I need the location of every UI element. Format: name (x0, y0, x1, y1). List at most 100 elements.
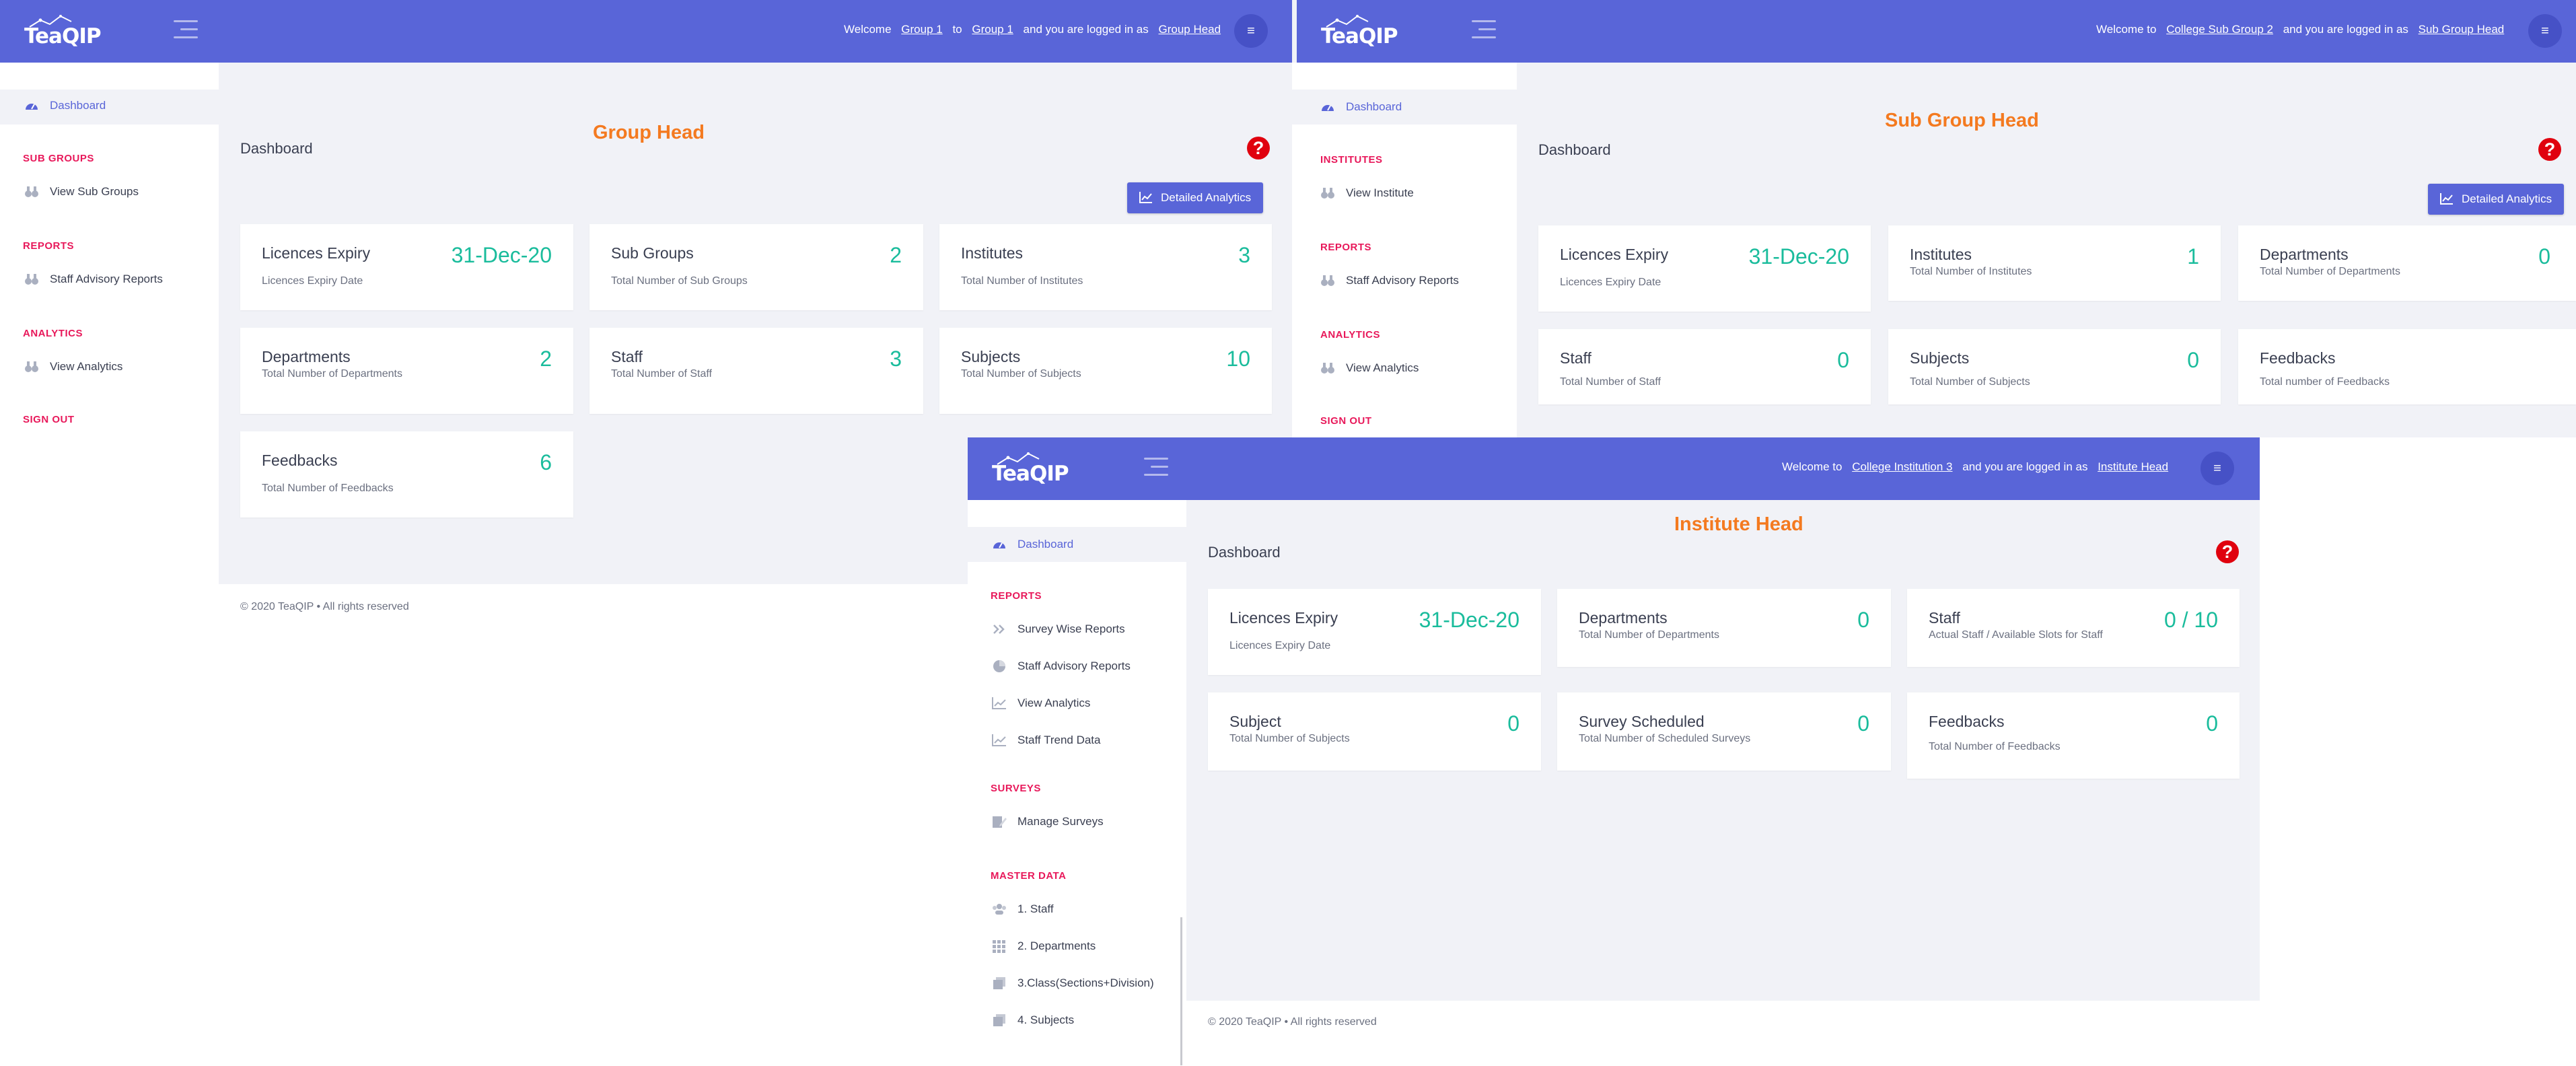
sidebar: Dashboard SUB GROUPS View Sub Groups REP… (0, 63, 219, 633)
institute-link[interactable]: College Institution 3 (1852, 460, 1952, 473)
detailed-analytics-button[interactable]: Detailed Analytics (1127, 182, 1264, 213)
card-value: 3 (1238, 243, 1250, 267)
sub-group-link[interactable]: College Sub Group 2 (2166, 23, 2273, 36)
sidebar-item-label: View Institute (1346, 186, 1414, 199)
card-title: Institutes (961, 244, 1024, 262)
sidebar-toggle-icon[interactable] (174, 20, 198, 40)
user-menu-button[interactable]: ≡ (2528, 14, 2562, 48)
pie-chart-icon (993, 660, 1005, 672)
card-title: Subjects (961, 348, 1021, 365)
card-feedbacks: Feedbacks Total number of Feedbacks (2238, 329, 2576, 404)
sidebar-item-label: Staff Trend Data (1017, 734, 1101, 746)
card-departments: Departments Total Number of Departments … (1557, 589, 1891, 667)
user-menu-button[interactable]: ≡ (1234, 14, 1268, 48)
help-icon[interactable]: ? (2216, 540, 2239, 563)
logged-text: and you are logged in as (2283, 23, 2408, 36)
line-chart-icon (1139, 192, 1152, 203)
binoculars-icon (1321, 188, 1334, 199)
card-value: 1 (2187, 244, 2199, 269)
card-title: Subject (1229, 713, 1281, 730)
sidebar-item-label: 2. Departments (1017, 939, 1096, 952)
sidebar-item-label: Manage Surveys (1017, 815, 1104, 828)
card-subtitle: Licences Expiry Date (262, 275, 363, 287)
card-staff: Staff Total Number of Staff 3 (589, 328, 923, 414)
copy-icon (993, 1014, 1005, 1026)
binoculars-icon (25, 361, 38, 372)
sidebar-item-label: View Analytics (1346, 361, 1419, 374)
sidebar-item-label: 4. Subjects (1017, 1014, 1075, 1026)
card-departments: Departments Total Number of Departments … (240, 328, 573, 414)
card-value: 31-Dec-20 (1419, 608, 1519, 632)
card-title: Subjects (1910, 349, 1970, 367)
card-staff: Staff Total Number of Staff 0 (1538, 329, 1871, 404)
card-subjects: Subjects Total Number of Subjects 0 (1888, 329, 2221, 404)
help-icon[interactable]: ? (1247, 137, 1270, 159)
top-bar: TeaQIP Welcome to College Institution 3 … (968, 437, 2260, 500)
card-subtitle: Total Number of Sub Groups (611, 275, 748, 287)
card-subtitle: Total Number of Feedbacks (1929, 741, 2061, 752)
detailed-analytics-button[interactable]: Detailed Analytics (2428, 184, 2565, 215)
role-link[interactable]: Institute Head (2098, 460, 2168, 473)
user-menu-button[interactable]: ≡ (2201, 452, 2234, 485)
button-label: Detailed Analytics (1161, 191, 1252, 204)
sidebar-item-label: View Sub Groups (50, 185, 139, 198)
line-chart-icon (992, 697, 1006, 709)
sidebar-item-label: Staff Advisory Reports (1017, 660, 1131, 672)
card-value: 6 (540, 450, 552, 474)
main-content: Sub Group Head Dashboard ? Detailed Anal… (1517, 63, 2576, 437)
sign-out-link[interactable]: SIGN OUT (23, 414, 75, 425)
card-value: 0 (2206, 711, 2218, 736)
page-title: Dashboard (1208, 544, 1281, 561)
sidebar-item-label: Dashboard (1017, 538, 1074, 550)
sidebar-item-label: 3.Class(Sections+Division) (1017, 976, 1154, 989)
sidebar-toggle-icon[interactable] (1144, 458, 1168, 478)
card-subtitle: Total Number of Departments (1579, 629, 1719, 641)
sidebar-toggle-icon[interactable] (1472, 20, 1496, 40)
top-bar: TeaQIP Welcome Group 1 to Group 1 and yo… (0, 0, 1292, 63)
card-title: Survey Scheduled (1579, 713, 1705, 730)
edit-document-icon (993, 816, 1007, 828)
brand-name: TeaQIP (24, 24, 102, 48)
sidebar-item-label: 1. Staff (1017, 902, 1054, 915)
card-subtitle: Total number of Feedbacks (2260, 376, 2390, 388)
help-icon[interactable]: ? (2538, 138, 2561, 161)
sign-out-link[interactable]: SIGN OUT (1320, 415, 1372, 427)
card-subtitle: Total Number of Departments (262, 368, 402, 380)
grid-icon (993, 940, 1005, 953)
card-value: 0 (1857, 608, 1869, 632)
group-link[interactable]: Group 1 (901, 23, 942, 36)
sidebar: Dashboard REPORTS Survey Wise Reports St… (968, 500, 1186, 1066)
card-value: 10 (1226, 347, 1250, 371)
card-title: Licences Expiry (1560, 246, 1669, 263)
binoculars-icon (1321, 275, 1334, 286)
role-title: Institute Head (1674, 513, 1803, 535)
card-departments: Departments Total Number of Departments … (2238, 225, 2576, 301)
role-link[interactable]: Sub Group Head (2419, 23, 2505, 36)
card-value: 3 (890, 347, 902, 371)
card-subtitle: Total Number of Departments (2260, 266, 2400, 277)
group-link-2[interactable]: Group 1 (972, 23, 1013, 36)
card-subjects: Subjects Total Number of Subjects 10 (939, 328, 1272, 414)
card-subtitle: Total Number of Feedbacks (262, 483, 394, 494)
welcome-text: Welcome to (1782, 460, 1842, 473)
card-subtitle: Total Number of Subjects (961, 368, 1081, 380)
to-text: to (952, 23, 962, 36)
card-value: 2 (890, 243, 902, 267)
sidebar-scrollbar[interactable] (1180, 917, 1182, 1065)
welcome-message: Welcome Group 1 to Group 1 and you are l… (843, 23, 1226, 36)
role-link[interactable]: Group Head (1158, 23, 1221, 36)
section-heading: INSTITUTES (1320, 154, 1383, 166)
sidebar-item-label: Dashboard (50, 99, 106, 112)
card-title: Departments (1579, 609, 1668, 627)
card-staff: Staff Actual Staff / Available Slots for… (1907, 589, 2240, 667)
card-subtitle: Total Number of Institutes (1910, 266, 2032, 277)
binoculars-icon (25, 274, 38, 285)
card-value: 0 (2187, 348, 2199, 372)
card-title: Feedbacks (262, 452, 338, 469)
sidebar-item-label: Survey Wise Reports (1017, 623, 1125, 635)
sidebar-item-label: View Analytics (50, 360, 123, 373)
section-heading: REPORTS (991, 590, 1042, 602)
dashboard-icon (993, 542, 1005, 548)
card-title: Licences Expiry (1229, 609, 1338, 627)
card-value: 31-Dec-20 (451, 243, 552, 267)
